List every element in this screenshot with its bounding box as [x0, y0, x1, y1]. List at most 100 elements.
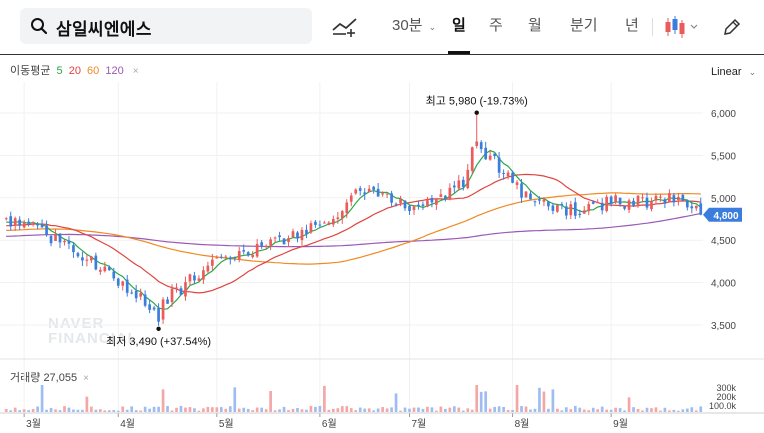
candle-body	[466, 169, 470, 189]
scale-selector[interactable]: Linear ⌄	[711, 66, 756, 78]
volume-bar	[650, 408, 653, 412]
tab-30min[interactable]: 30분 ⌄	[392, 8, 436, 44]
candle-body	[578, 213, 582, 215]
candle-body	[668, 193, 671, 202]
candle-body	[116, 278, 120, 286]
close-icon[interactable]: ×	[133, 66, 139, 77]
tab-weekly[interactable]: 주	[489, 8, 503, 44]
volume-bar	[197, 410, 201, 412]
volume-bar	[98, 409, 102, 412]
tab-yearly[interactable]: 년	[625, 8, 639, 44]
volume-bar	[542, 391, 546, 412]
volume-bar	[166, 406, 169, 412]
candle-body	[385, 193, 389, 195]
volume-bar	[511, 409, 514, 412]
volume-bar	[170, 410, 174, 412]
volume-bar	[309, 405, 313, 412]
volume-bar	[376, 408, 380, 412]
ma-60[interactable]: 60	[87, 65, 99, 77]
candle-body	[251, 254, 255, 258]
candle-body	[81, 257, 84, 261]
candle-body	[636, 195, 640, 205]
volume-bar	[94, 409, 98, 412]
candle-body	[260, 242, 263, 246]
volume-bar	[179, 405, 183, 412]
candle-body	[327, 222, 331, 225]
volume-bar	[502, 407, 505, 412]
candle-body	[300, 229, 304, 240]
candle-body	[157, 307, 160, 322]
volume-bar	[314, 406, 317, 412]
candle-body	[107, 267, 111, 271]
volume-bar	[636, 408, 640, 412]
volume-bar	[685, 408, 689, 412]
volume-bar	[444, 408, 447, 412]
volume-bar	[627, 397, 631, 412]
current-price-label: 4,800	[713, 211, 738, 222]
volume-bar	[452, 406, 456, 412]
candle-body	[390, 193, 393, 203]
tab-monthly[interactable]: 월	[528, 8, 542, 44]
candle-body	[130, 292, 134, 294]
volume-bar	[22, 409, 26, 412]
candle-body	[22, 223, 26, 228]
volume-bar	[448, 407, 452, 412]
volume-bar	[233, 387, 237, 412]
volume-bar	[152, 406, 156, 412]
volume-bar	[605, 409, 609, 412]
candle-body	[237, 251, 241, 260]
tab-quarterly[interactable]: 분기	[570, 8, 598, 44]
tab-daily[interactable]: 일	[452, 8, 466, 44]
candle-body	[54, 234, 57, 241]
candle-body	[479, 142, 483, 150]
volume-bar	[251, 410, 255, 412]
candle-type-icon[interactable]	[664, 15, 700, 39]
candle-body	[278, 235, 281, 238]
candle-body	[49, 235, 53, 244]
volume-bar	[403, 407, 407, 412]
candle-body	[569, 204, 573, 216]
high-label: 최고 5,980 (-19.73%)	[426, 95, 528, 108]
candle-body	[98, 269, 102, 272]
candle-body	[430, 198, 434, 203]
candle-body	[399, 198, 402, 204]
candle-body	[426, 200, 429, 207]
volume-bar	[417, 407, 420, 412]
pencil-icon[interactable]	[722, 17, 742, 37]
volume-bar	[547, 408, 550, 412]
chevron-down-icon: ⌄	[428, 22, 437, 32]
candle-body	[448, 187, 452, 200]
candle-body	[452, 185, 456, 188]
stock-search[interactable]: 삼일씨엔에스	[20, 8, 312, 44]
draw-tool-icon[interactable]	[332, 16, 358, 38]
candle-body	[58, 233, 62, 243]
candle-body	[372, 186, 376, 190]
volume-bar	[305, 409, 308, 412]
x-tick-label: 7월	[412, 418, 427, 430]
y-tick-label: 5,500	[711, 151, 736, 162]
volume-bar	[85, 396, 89, 412]
volume-bar	[340, 406, 344, 412]
volume-bar	[457, 407, 461, 412]
candle-body	[421, 204, 425, 206]
ma-120[interactable]: 120	[105, 65, 123, 77]
candle-body	[461, 179, 465, 187]
candle-body	[305, 229, 308, 234]
candle-body	[394, 203, 398, 205]
candle-body	[314, 221, 317, 225]
ma-5[interactable]: 5	[57, 65, 63, 77]
volume-bar	[18, 410, 22, 412]
candle-body	[139, 293, 143, 297]
x-tick-label: 5월	[219, 418, 234, 430]
close-icon[interactable]: ×	[83, 373, 89, 384]
candle-body	[645, 197, 649, 208]
volume-bar	[67, 407, 71, 412]
candle-body	[556, 205, 559, 212]
ma-20[interactable]: 20	[69, 65, 81, 77]
volume-bar	[228, 406, 232, 412]
candle-body	[323, 222, 326, 224]
volume-bar	[188, 407, 192, 412]
volume-bar	[497, 406, 501, 412]
volume-bar	[206, 406, 210, 412]
volume-bar	[394, 393, 398, 412]
